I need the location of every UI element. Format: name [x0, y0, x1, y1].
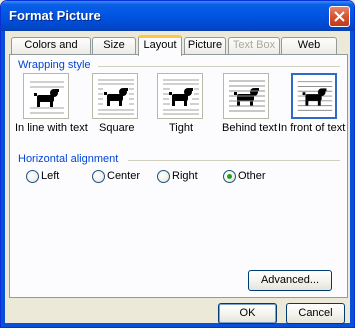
align-center-label[interactable]: Center	[107, 170, 140, 182]
tab-picture[interactable]: Picture	[184, 37, 226, 54]
ok-button[interactable]: OK	[218, 303, 277, 324]
wrap-option-square[interactable]	[92, 73, 138, 119]
inline-dog-icon	[30, 81, 64, 114]
close-icon	[334, 11, 345, 22]
align-right-label[interactable]: Right	[172, 170, 198, 182]
square-dog-icon	[98, 79, 134, 115]
wrap-caption-behind-text: Behind text	[222, 122, 278, 134]
wrap-option-behind-text[interactable]	[223, 73, 269, 119]
tab-text-box: Text Box	[228, 37, 280, 54]
window-title: Format Picture	[9, 8, 101, 23]
window-frame-right	[350, 31, 354, 327]
wrap-caption-in-front-of-text: In front of text	[278, 122, 346, 134]
align-right-radio[interactable]	[157, 170, 170, 183]
wrapping-style-label: Wrapping style	[18, 59, 91, 71]
behind-text-dog-icon	[229, 80, 265, 112]
align-center-radio[interactable]	[92, 170, 105, 183]
layout-panel: Wrapping style In line with text Square …	[9, 54, 348, 298]
title-bar[interactable]: Format Picture	[1, 1, 354, 31]
tight-dog-icon	[163, 79, 199, 115]
wrap-caption-tight: Tight	[169, 122, 194, 134]
wrapping-style-divider	[98, 66, 340, 67]
tab-web[interactable]: Web	[281, 37, 337, 54]
wrap-option-in-front-of-text[interactable]	[291, 73, 337, 119]
wrap-caption-square: Square	[99, 122, 135, 134]
horizontal-alignment-divider	[128, 160, 340, 161]
tab-colors-and-lines[interactable]: Colors and Lines	[11, 37, 91, 66]
wrap-option-inline[interactable]	[23, 73, 69, 119]
align-left-radio[interactable]	[26, 170, 39, 183]
horizontal-alignment-label: Horizontal alignment	[18, 153, 119, 165]
cancel-button[interactable]: Cancel	[286, 303, 345, 324]
align-left-label[interactable]: Left	[41, 170, 59, 182]
align-other-radio[interactable]	[223, 170, 236, 183]
in-front-dog-icon	[297, 81, 333, 111]
tab-layout[interactable]: Layout	[138, 35, 182, 56]
wrap-caption-inline: In line with text	[15, 122, 88, 134]
wrap-option-tight[interactable]	[157, 73, 203, 119]
close-button[interactable]	[329, 6, 350, 27]
align-other-label[interactable]: Other	[238, 170, 266, 182]
advanced-button[interactable]: Advanced...	[248, 270, 332, 291]
format-picture-dialog: Format Picture Colors and Lines Size Lay…	[0, 0, 355, 328]
tab-size[interactable]: Size	[92, 37, 136, 54]
window-frame-left	[1, 31, 5, 327]
